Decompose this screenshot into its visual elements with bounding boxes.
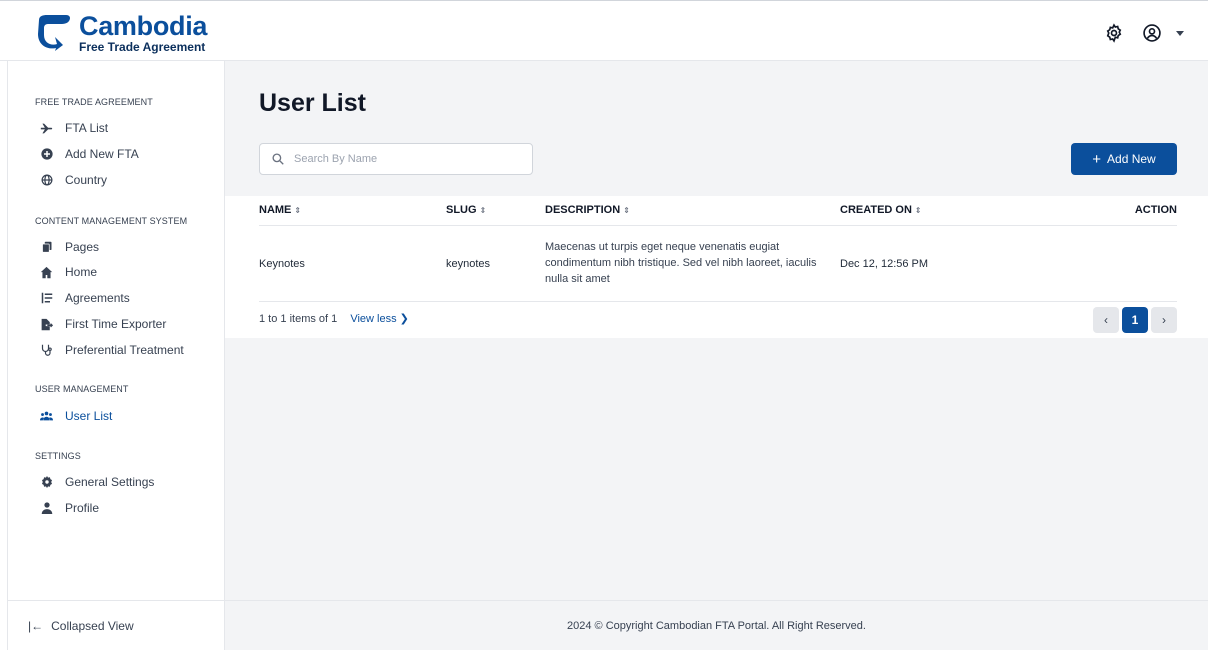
sort-icon: ⇕ — [914, 206, 922, 215]
page-title: User List — [259, 89, 366, 117]
sidebar-section-user-management: USER MANAGEMENT — [35, 384, 129, 394]
sidebar-item-label: FTA List — [65, 121, 109, 135]
sidebar-item-profile[interactable]: Profile — [40, 500, 99, 516]
footer: 2024 © Copyright Cambodian FTA Portal. A… — [225, 600, 1208, 650]
cell-created-on: Dec 12, 12:56 PM — [840, 258, 929, 270]
home-icon — [40, 266, 53, 279]
plus-circle-icon — [40, 148, 53, 161]
pagination-info: 1 to 1 items of 1 View less ❯ — [259, 313, 409, 325]
pagination: ‹ 1 › — [1090, 307, 1177, 333]
users-icon — [40, 410, 53, 423]
sidebar-item-pages[interactable]: Pages — [40, 239, 99, 255]
sidebar-item-label: First Time Exporter — [65, 317, 167, 331]
chevron-left-icon: ‹ — [1104, 313, 1108, 327]
divider — [259, 301, 1177, 302]
sidebar-section-settings: SETTINGS — [35, 451, 81, 461]
sort-icon: ⇕ — [623, 206, 630, 215]
sidebar-item-label: General Settings — [65, 475, 155, 489]
copy-icon — [40, 241, 53, 254]
sidebar-item-label: User List — [65, 409, 113, 423]
sidebar: FREE TRADE AGREEMENT FTA List Add New FT… — [7, 61, 225, 650]
column-header-slug[interactable]: SLUG ⇕ — [446, 204, 486, 216]
copyright-text: 2024 © Copyright Cambodian FTA Portal. A… — [567, 619, 866, 632]
divider — [259, 225, 1177, 226]
next-page-button[interactable]: › — [1151, 307, 1177, 333]
sidebar-item-preferential-treatment[interactable]: Preferential Treatment — [40, 342, 184, 358]
plane-icon — [40, 122, 53, 135]
sidebar-item-country[interactable]: Country — [40, 172, 107, 188]
brand-logo[interactable]: Cambodia Free Trade Agreement — [33, 13, 207, 53]
search-icon — [272, 153, 284, 165]
user-circle-icon[interactable] — [1142, 23, 1162, 43]
sidebar-item-label: Home — [65, 265, 98, 279]
column-header-created-on[interactable]: CREATED ON ⇕ — [840, 204, 922, 216]
sidebar-item-label: Add New FTA — [65, 147, 139, 161]
cell-slug: keynotes — [446, 258, 491, 270]
search-input[interactable] — [294, 153, 524, 165]
sidebar-item-agreements[interactable]: Agreements — [40, 290, 130, 306]
main-content: User List + Add New NAME⇕ SLUG⇕ DESCRIPT… — [225, 61, 1208, 650]
collapse-left-icon: |← — [28, 618, 44, 633]
collapse-sidebar-button[interactable]: |← Collapsed View — [8, 600, 224, 650]
list-icon — [40, 292, 53, 305]
sidebar-item-label: Profile — [65, 501, 100, 515]
column-header-action: ACTION — [1134, 204, 1177, 216]
plus-icon: + — [1092, 150, 1102, 168]
file-export-icon — [40, 318, 53, 331]
view-less-link[interactable]: View less ❯ — [350, 313, 409, 325]
stethoscope-icon — [40, 344, 53, 357]
caret-down-icon[interactable] — [1176, 30, 1184, 36]
sidebar-item-general-settings[interactable]: General Settings — [40, 474, 154, 490]
globe-icon — [40, 174, 53, 187]
collapse-label: Collapsed View — [51, 618, 134, 633]
chevron-right-icon: › — [1162, 313, 1166, 327]
sidebar-item-label: Country — [65, 173, 108, 187]
add-new-button[interactable]: + Add New — [1071, 143, 1177, 175]
search-box[interactable] — [259, 143, 533, 175]
cell-description: Maecenas ut turpis eget neque venenatis … — [545, 241, 817, 285]
sidebar-item-first-time-exporter[interactable]: First Time Exporter — [40, 316, 166, 332]
sidebar-item-label: Agreements — [65, 291, 130, 305]
sidebar-item-fta-list[interactable]: FTA List — [40, 120, 108, 136]
sort-icon: ⇕ — [294, 206, 302, 215]
cell-name: Keynotes — [259, 258, 305, 270]
cog-icon — [40, 476, 53, 489]
logo-mark-icon — [38, 15, 70, 51]
user-icon — [40, 502, 53, 515]
page-button-1[interactable]: 1 — [1122, 307, 1148, 333]
page-header: User List + Add New — [225, 61, 1208, 196]
sidebar-section-cms: CONTENT MANAGEMENT SYSTEM — [35, 216, 188, 226]
sort-icon: ⇕ — [479, 206, 487, 215]
top-bar: Cambodia Free Trade Agreement — [0, 0, 1208, 61]
sidebar-section-fta: FREE TRADE AGREEMENT — [35, 97, 153, 107]
column-header-name[interactable]: NAME ⇕ — [259, 204, 301, 216]
sidebar-item-label: Preferential Treatment — [65, 343, 184, 357]
sidebar-item-user-list[interactable]: User List — [40, 408, 112, 424]
column-header-description[interactable]: DESCRIPTION ⇕ — [545, 204, 630, 216]
add-new-label: Add New — [1107, 152, 1156, 166]
sidebar-item-label: Pages — [65, 240, 100, 254]
gear-icon[interactable] — [1104, 23, 1124, 43]
brand-title: Cambodia — [79, 11, 208, 41]
prev-page-button[interactable]: ‹ — [1093, 307, 1119, 333]
sidebar-item-add-new-fta[interactable]: Add New FTA — [40, 146, 139, 162]
brand-subtitle: Free Trade Agreement — [79, 40, 206, 54]
user-table: NAME ⇕ SLUG ⇕ DESCRIPTION ⇕ CREATED ON ⇕ ACT… — [225, 196, 1208, 338]
sidebar-item-home[interactable]: Home — [40, 264, 97, 280]
